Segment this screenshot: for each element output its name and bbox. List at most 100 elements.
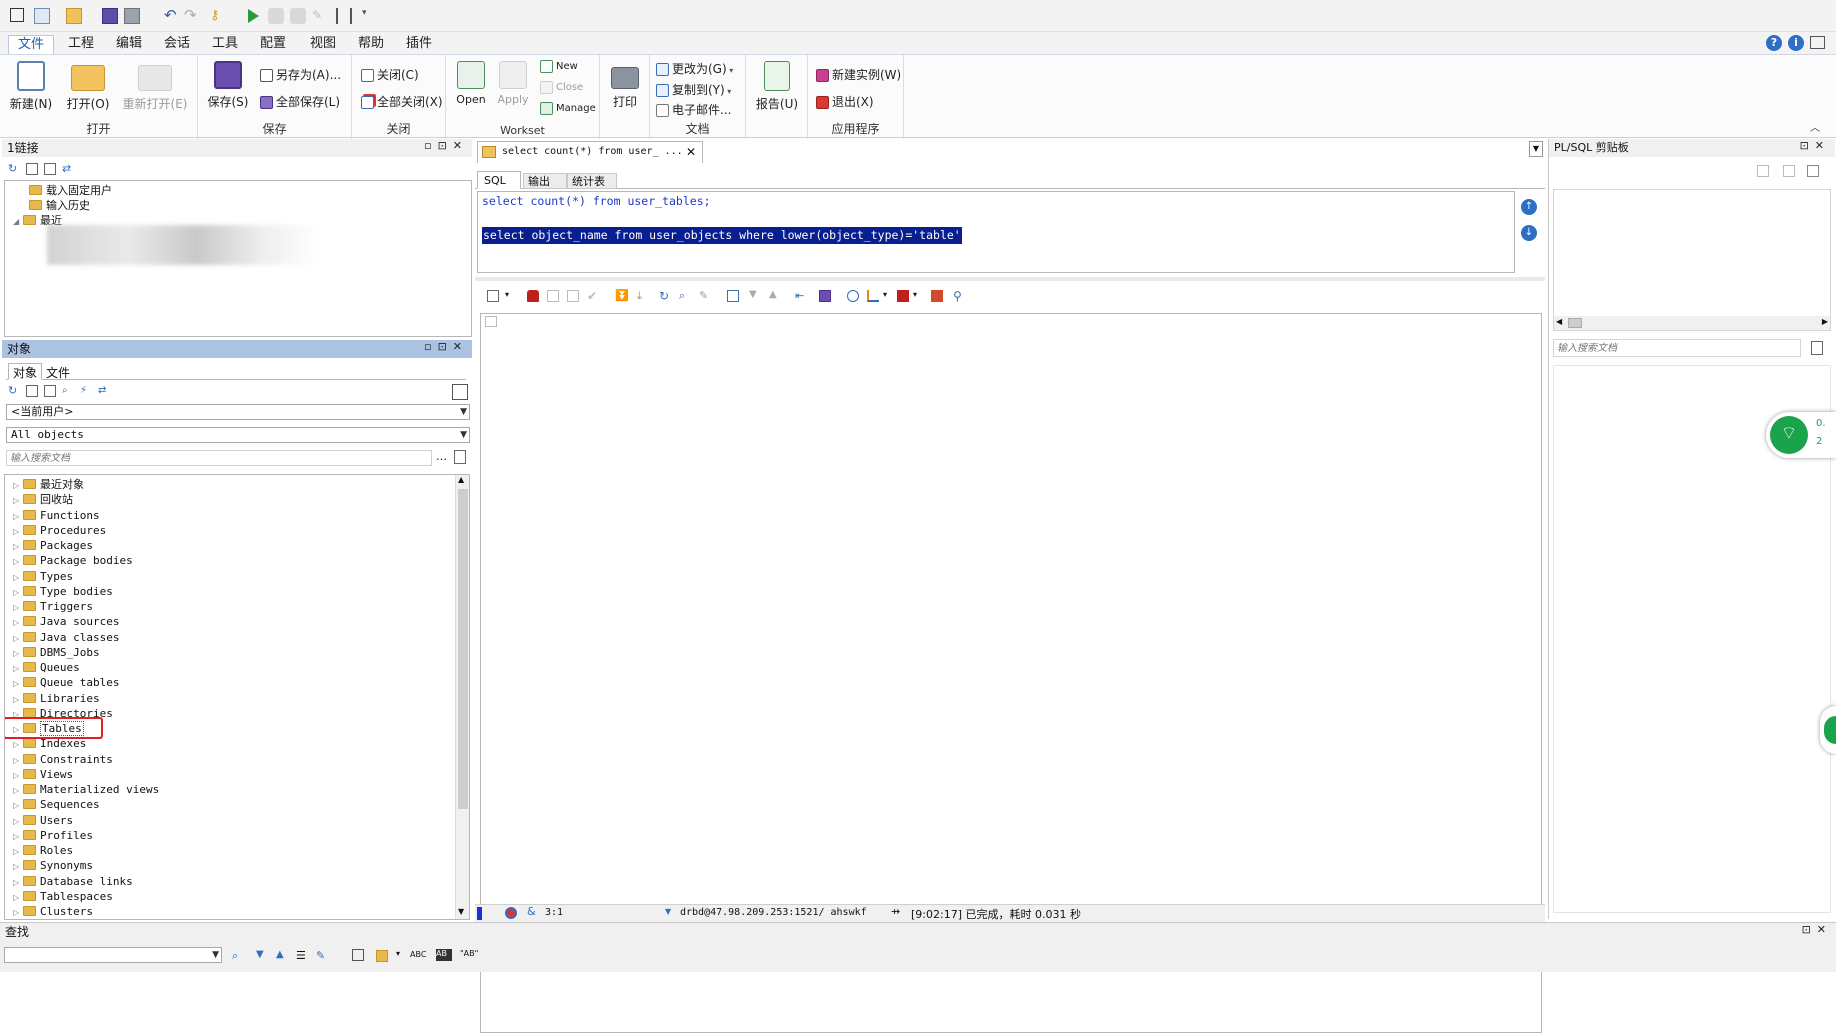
expand-arrow-icon[interactable]: ▷ — [13, 783, 23, 798]
object-tree-item[interactable]: ▷ Queue tables — [13, 675, 119, 690]
window-icon[interactable] — [352, 949, 364, 961]
scroll-down-circle-icon[interactable]: ↓ — [1521, 225, 1537, 241]
print-icon[interactable] — [124, 8, 140, 24]
scroll-thumb[interactable] — [458, 489, 468, 809]
new-document-icon[interactable] — [454, 450, 466, 464]
object-tree-item[interactable]: ▷ Java classes — [13, 630, 119, 645]
grid-corner-cell[interactable] — [485, 316, 497, 327]
expand-arrow-icon[interactable]: ▷ — [13, 524, 23, 539]
clipboard-list[interactable]: ◀ ▶ — [1553, 189, 1831, 331]
dropdown-arrow-icon[interactable]: ▾ — [883, 290, 895, 302]
object-tree-item[interactable]: ▷ Package bodies — [13, 553, 133, 568]
expand-arrow-icon[interactable]: ▷ — [13, 859, 23, 874]
scroll-thumb[interactable] — [1568, 318, 1582, 328]
find-binoculars-icon[interactable]: ⌕ — [232, 949, 244, 962]
object-tree-item[interactable]: ▷ Triggers — [13, 599, 93, 614]
object-tree-item[interactable]: ▷ Packages — [13, 538, 93, 553]
eraser-icon[interactable]: ✎ — [316, 949, 328, 962]
object-tree-item[interactable]: ▷ Materialized views — [13, 782, 159, 797]
object-tree-item[interactable]: ▷ Types — [13, 569, 73, 584]
tab-help[interactable]: 帮助 — [350, 35, 392, 54]
object-tree-item[interactable]: ▷ DBMS_Jobs — [13, 645, 100, 660]
fetch-last-icon[interactable]: ⤓ — [637, 289, 649, 302]
lock-icon[interactable] — [527, 290, 539, 302]
object-tree-item[interactable]: ▷ Users — [13, 813, 73, 828]
workset-new-button[interactable]: New — [540, 58, 578, 76]
clipboard-search-input[interactable] — [1553, 339, 1801, 357]
clipboard-panel-buttons[interactable]: ⊡✕ — [1800, 139, 1830, 152]
new-instance-button[interactable]: 新建实例(W) — [816, 66, 901, 84]
export-query-icon[interactable]: ⇤ — [795, 289, 807, 302]
workset-apply-button[interactable]: Apply — [496, 61, 530, 106]
scroll-down-icon[interactable]: ▼ — [458, 907, 464, 916]
editor-tab[interactable]: select count(*) from user_ ... ✕ — [477, 141, 703, 163]
open-button[interactable]: 打开(O) — [64, 61, 112, 112]
tab-plugins[interactable]: 插件 — [398, 35, 440, 54]
panel-square-button[interactable] — [452, 384, 468, 400]
find-next-icon[interactable]: ▼ — [256, 949, 268, 961]
reopen-button[interactable]: 重新打开(E) — [120, 61, 190, 112]
object-tree-item[interactable]: ▷ Functions — [13, 508, 100, 523]
scroll-right-icon[interactable]: ▶ — [1822, 317, 1828, 326]
email-button[interactable]: 电子邮件... — [656, 101, 731, 119]
expand-arrow-icon[interactable]: ▷ — [13, 768, 23, 783]
paste-icon[interactable] — [1783, 165, 1795, 177]
undo-icon[interactable]: ↶ — [164, 8, 180, 24]
workset-open-button[interactable]: Open — [456, 61, 486, 106]
tree-scrollbar[interactable]: ▲ ▼ — [455, 475, 469, 919]
report-button[interactable]: 报告(U) — [752, 61, 802, 112]
copy-icon[interactable] — [1757, 165, 1769, 177]
workset-manage-button[interactable]: Manage — [540, 100, 596, 118]
expand-arrow-icon[interactable]: ▷ — [13, 631, 23, 646]
filter-down-icon[interactable]: ▼ — [749, 289, 761, 301]
window-icon[interactable] — [10, 8, 24, 22]
tab-objects[interactable]: 对象 — [8, 363, 43, 380]
dropdown-arrow-icon[interactable]: ▾ — [913, 290, 925, 302]
expand-arrow-icon[interactable]: ▷ — [13, 753, 23, 768]
user-select[interactable]: <当前用户> ▼ — [6, 404, 470, 420]
expand-arrow-icon[interactable]: ▷ — [13, 661, 23, 676]
list-icon[interactable]: ☰ — [296, 949, 308, 962]
editor-splitter[interactable] — [475, 277, 1545, 281]
tab-tools[interactable]: 工具 — [204, 35, 246, 54]
object-tree-item[interactable]: ▷ 回收站 — [13, 492, 73, 507]
dropdown-arrow-icon[interactable]: ▾ — [505, 290, 517, 302]
print-button[interactable]: 打印 — [608, 61, 642, 110]
side-widget[interactable] — [1820, 706, 1836, 754]
expand-arrow-icon[interactable]: ▷ — [13, 829, 23, 844]
window-layout-icon[interactable] — [1810, 36, 1825, 49]
info-icon[interactable]: i — [1788, 35, 1804, 51]
objects-panel-buttons[interactable]: ▫⊡✕ — [424, 340, 468, 353]
open-folder-icon[interactable] — [66, 8, 82, 24]
expand-arrow-icon[interactable]: ▷ — [13, 646, 23, 661]
refresh-icon[interactable]: ↻ — [8, 385, 20, 397]
expand-icon[interactable] — [26, 385, 38, 397]
table-export-icon[interactable] — [897, 290, 909, 302]
expand-arrow-icon[interactable]: ▷ — [13, 600, 23, 615]
expand-arrow-icon[interactable]: ▷ — [13, 509, 23, 524]
dropdown-arrow-icon[interactable]: ▾ — [396, 949, 408, 961]
save-all-button[interactable]: 全部保存(L) — [260, 93, 340, 111]
save-icon[interactable] — [102, 8, 118, 24]
grid-options-icon[interactable] — [487, 290, 499, 302]
expand-arrow-icon[interactable]: ▷ — [13, 875, 23, 890]
object-tree-item[interactable]: ▷ Procedures — [13, 523, 106, 538]
subtab-statistics[interactable]: 统计表 — [567, 173, 617, 189]
subtab-sql[interactable]: SQL — [477, 171, 521, 189]
expand-arrow-icon[interactable]: ▷ — [13, 615, 23, 630]
new-document-icon[interactable] — [1811, 341, 1823, 355]
workset-close-button[interactable]: Close — [540, 79, 583, 97]
single-record-icon[interactable] — [727, 290, 739, 302]
clear-clipboard-icon[interactable] — [1807, 165, 1819, 177]
tab-edit[interactable]: 编辑 — [108, 35, 150, 54]
find-panel-buttons[interactable]: ⊡✕ — [1802, 923, 1832, 936]
find-input[interactable]: ▼ — [4, 947, 222, 963]
expand-arrow-icon[interactable]: ▷ — [13, 570, 23, 585]
connection-info[interactable]: drbd@47.98.209.253:1521/ ahswkf — [680, 907, 867, 918]
refresh-icon[interactable]: ↻ — [8, 163, 20, 175]
object-search-input[interactable] — [6, 450, 432, 466]
change-to-button[interactable]: 更改为(G) ▾ — [656, 60, 733, 78]
expand-arrow-icon[interactable]: ▷ — [13, 585, 23, 600]
new-file-icon[interactable] — [34, 8, 50, 24]
expand-arrow-icon[interactable]: ▷ — [13, 814, 23, 829]
